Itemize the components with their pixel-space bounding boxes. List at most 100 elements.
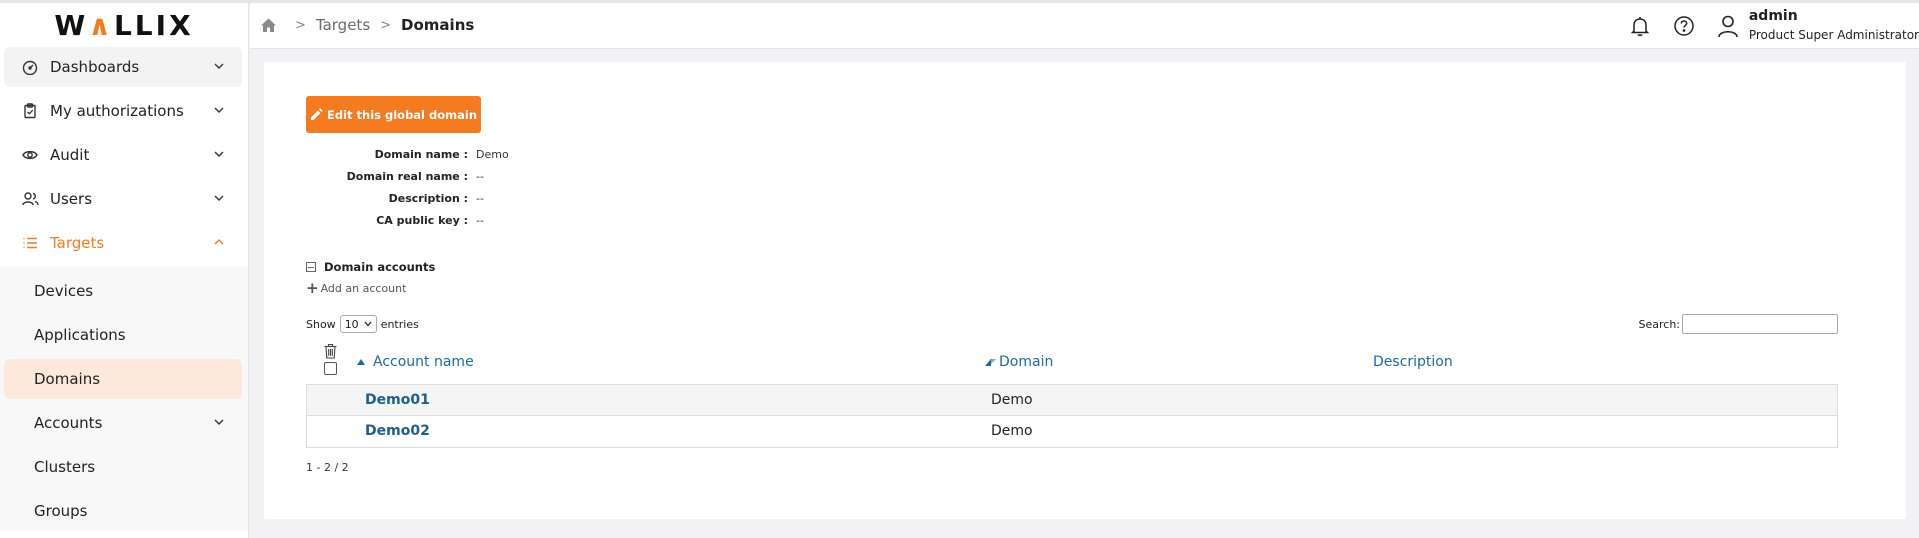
table-header: Account name Domain Description: [306, 342, 1838, 384]
column-label: Account name: [373, 354, 474, 370]
edit-button-label: Edit this global domain: [326, 107, 478, 122]
page-length-control: Show 10 entries: [306, 315, 419, 333]
eye-icon: [20, 145, 40, 165]
select-all-checkbox[interactable]: [324, 362, 337, 375]
users-icon: [20, 189, 40, 209]
prop-value: --: [476, 169, 484, 183]
chevron-down-icon: [214, 151, 224, 157]
prop-domain-name: Domain name : Demo: [306, 143, 509, 165]
sidebar-item-label: Accounts: [34, 414, 103, 432]
main-nav: Dashboards My authorizations Audit Users: [0, 47, 248, 263]
account-name-link[interactable]: Demo02: [365, 423, 430, 439]
prop-label: Domain real name :: [346, 169, 468, 183]
sidebar-item-label: Groups: [34, 502, 88, 520]
sidebar-item-my-authorizations[interactable]: My authorizations: [4, 91, 242, 131]
sidebar-item-users[interactable]: Users: [4, 179, 242, 219]
sidebar-item-label: Targets: [50, 234, 105, 252]
sort-asc-icon: [357, 359, 365, 365]
sidebar-subitem-groups[interactable]: Groups: [4, 491, 242, 531]
user-name: admin: [1748, 8, 1798, 24]
page-length-value: 10: [344, 317, 359, 331]
section-title-label: Domain accounts: [324, 260, 436, 274]
breadcrumb-targets[interactable]: Targets: [316, 16, 370, 34]
page-length-select[interactable]: 10: [339, 315, 377, 333]
targets-subnav: Devices Applications Domains Accounts Cl…: [0, 267, 248, 531]
pencil-icon: [310, 108, 323, 120]
add-account-label: Add an account: [320, 282, 407, 295]
sidebar-subitem-accounts[interactable]: Accounts: [4, 403, 242, 443]
search-input[interactable]: [1682, 314, 1838, 334]
list-icon: [20, 233, 40, 253]
breadcrumb-current: Domains: [401, 16, 475, 34]
prop-label: CA public key :: [376, 213, 468, 227]
breadcrumb-separator: >: [380, 17, 392, 33]
sidebar-subitem-devices[interactable]: Devices: [4, 271, 242, 311]
prop-value: Demo: [476, 147, 509, 161]
show-suffix: entries: [380, 317, 419, 331]
account-domain: Demo: [991, 423, 1033, 439]
chevron-down-icon: [214, 195, 224, 201]
sidebar-item-label: Users: [50, 190, 93, 208]
plus-icon: +: [306, 279, 319, 297]
user-info[interactable]: admin Product Super Administrator: [1749, 7, 1919, 45]
column-header-domain[interactable]: Domain: [984, 354, 1053, 370]
sidebar-subitem-applications[interactable]: Applications: [4, 315, 242, 355]
dashboard-icon: [20, 57, 40, 77]
sort-icon: [985, 358, 996, 366]
header-actions: admin Product Super Administrator: [1609, 3, 1919, 49]
help-icon[interactable]: [1671, 13, 1697, 39]
prop-domain-real-name: Domain real name : --: [306, 165, 509, 187]
domain-detail-panel: Edit this global domain Domain name : De…: [264, 62, 1906, 519]
add-account-link[interactable]: + Add an account: [306, 279, 407, 297]
account-name-link[interactable]: Demo01: [365, 392, 430, 408]
column-header-description[interactable]: Description: [1373, 354, 1453, 370]
table-row: Demo01 Demo: [306, 384, 1838, 416]
sidebar-item-label: Dashboards: [50, 58, 140, 76]
sidebar-subitem-clusters[interactable]: Clusters: [4, 447, 242, 487]
logo[interactable]: W∧LLIX: [0, 3, 248, 47]
sidebar: W∧LLIX Dashboards My authorizations Audi…: [0, 3, 249, 538]
chevron-down-icon: [214, 419, 224, 425]
bell-icon[interactable]: [1627, 13, 1653, 39]
domain-accounts-table: Account name Domain Description Demo01 D…: [306, 342, 1838, 448]
sidebar-subitem-domains[interactable]: Domains: [4, 359, 242, 399]
collapse-icon[interactable]: [306, 262, 316, 272]
prop-value: --: [476, 191, 484, 205]
chevron-down-icon: [214, 107, 224, 113]
sidebar-item-audit[interactable]: Audit: [4, 135, 242, 175]
top-header: > Targets > Domains admin Product Super …: [250, 3, 1919, 49]
sidebar-item-label: Devices: [34, 282, 94, 300]
prop-value: --: [476, 213, 484, 227]
column-label: Description: [1373, 354, 1453, 370]
user-role: Product Super Administrator: [1748, 28, 1919, 42]
home-icon[interactable]: [260, 17, 277, 34]
table-row: Demo02 Demo: [306, 416, 1838, 448]
chevron-up-icon: [214, 239, 224, 245]
column-header-account-name[interactable]: Account name: [356, 354, 474, 370]
sidebar-item-label: Audit: [50, 146, 90, 164]
edit-global-domain-button[interactable]: Edit this global domain: [306, 96, 481, 133]
breadcrumb: > Targets > Domains: [260, 16, 474, 34]
sidebar-item-dashboards[interactable]: Dashboards: [4, 47, 242, 87]
chevron-down-icon: [214, 63, 224, 69]
account-domain: Demo: [991, 392, 1033, 408]
user-icon[interactable]: [1715, 13, 1741, 39]
breadcrumb-separator: >: [295, 17, 306, 33]
sidebar-item-label: My authorizations: [50, 102, 184, 120]
chevron-down-icon: [364, 321, 372, 327]
prop-label: Description :: [388, 191, 468, 205]
sidebar-item-label: Clusters: [34, 458, 96, 476]
sidebar-item-label: Domains: [34, 370, 101, 388]
table-search: Search:: [1638, 314, 1838, 334]
prop-description: Description : --: [306, 187, 509, 209]
prop-label: Domain name :: [374, 147, 468, 161]
domain-accounts-section-title: Domain accounts: [306, 260, 435, 274]
prop-ca-public-key: CA public key : --: [306, 209, 509, 231]
domain-properties: Domain name : Demo Domain real name : --…: [306, 143, 509, 231]
sidebar-item-targets[interactable]: Targets: [4, 223, 242, 263]
clipboard-check-icon: [20, 101, 40, 121]
trash-icon[interactable]: [323, 343, 338, 359]
column-label: Domain: [999, 354, 1054, 370]
search-label: Search:: [1638, 317, 1681, 331]
logo-text: W∧LLIX: [54, 8, 194, 42]
